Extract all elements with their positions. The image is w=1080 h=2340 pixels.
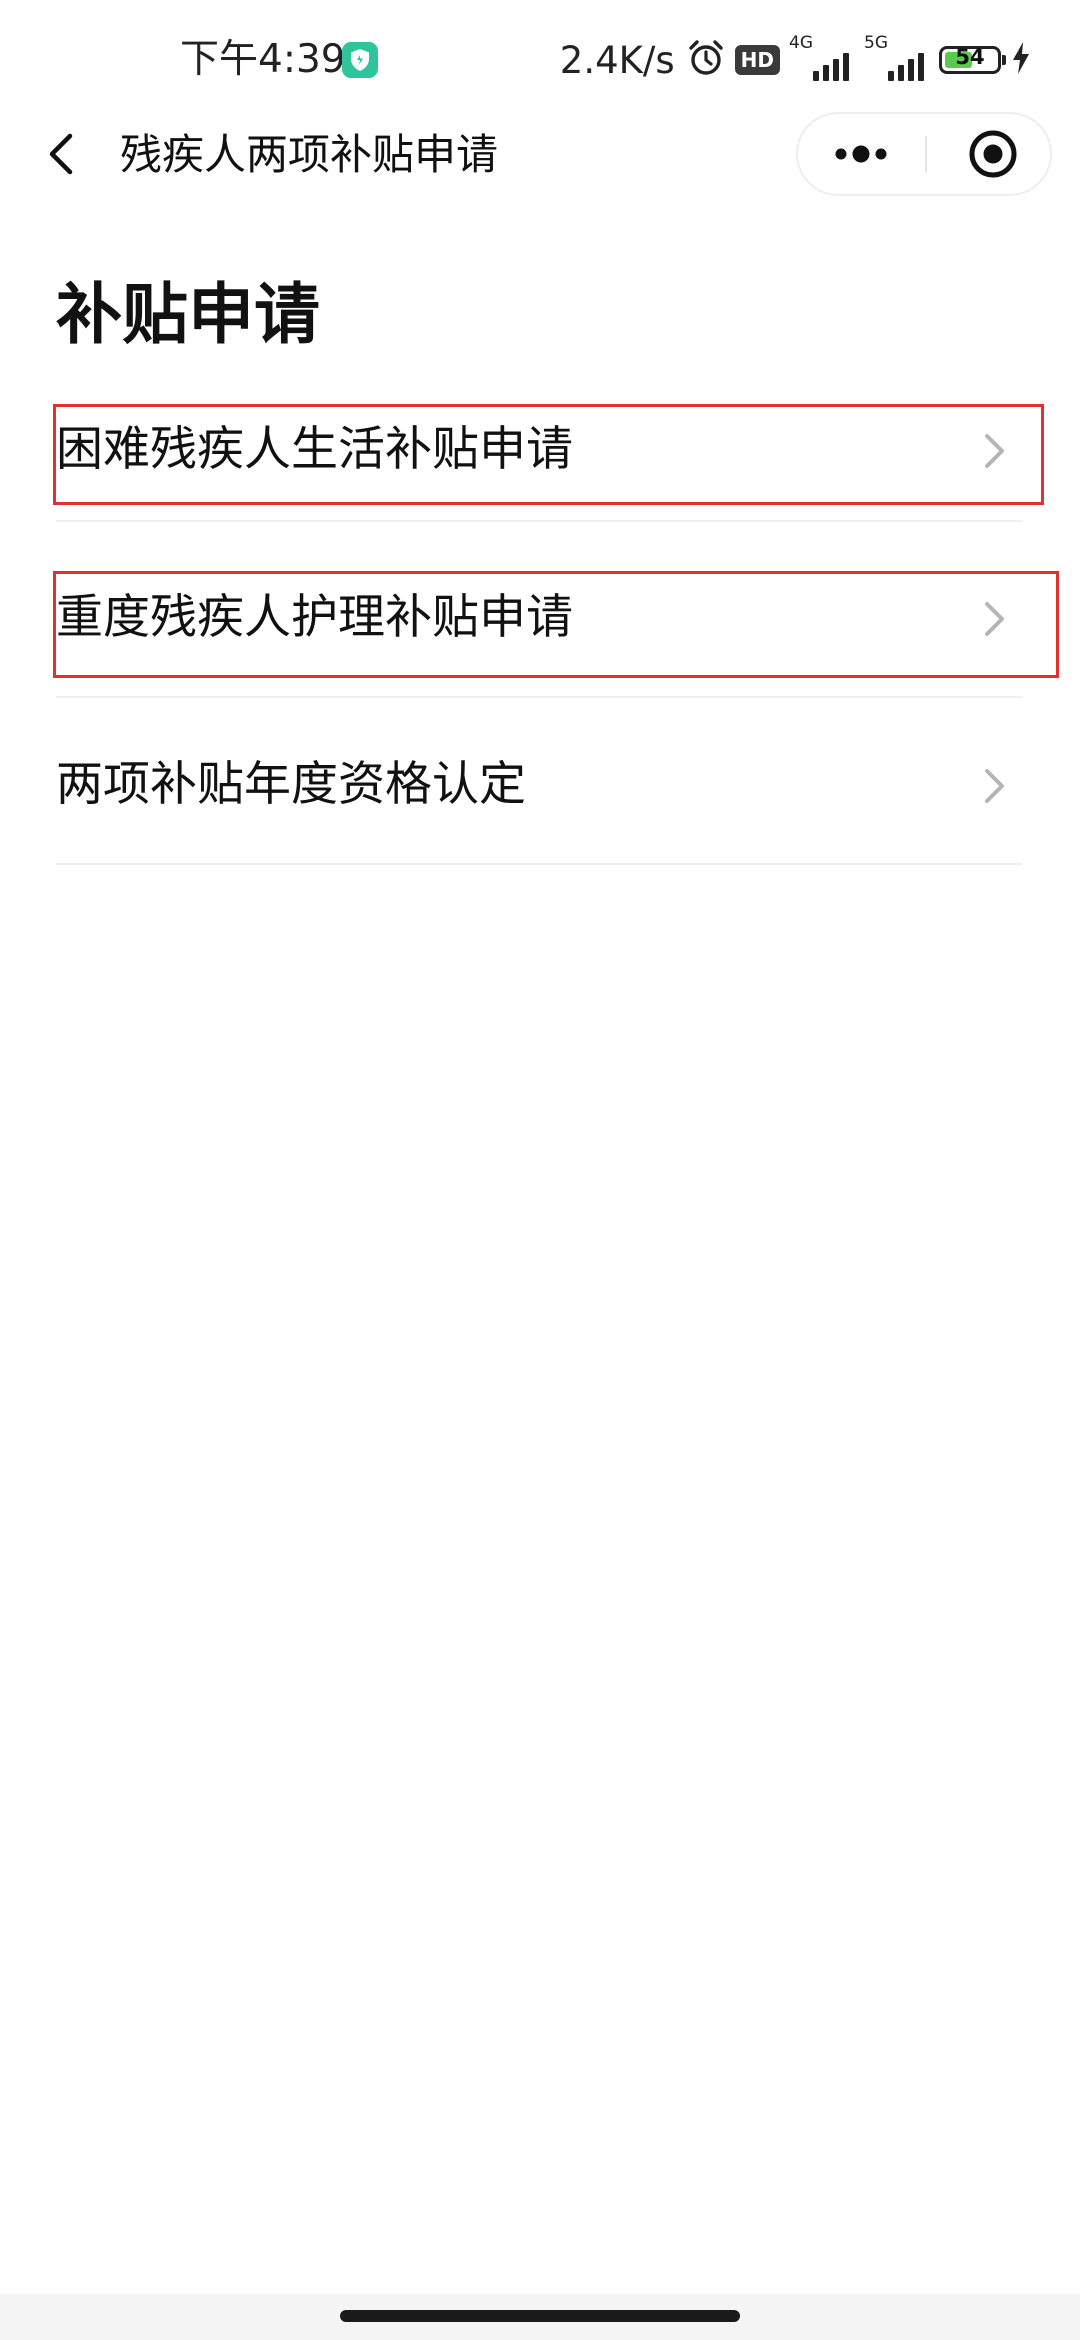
more-button[interactable]	[798, 114, 924, 194]
battery-cap	[1002, 55, 1006, 65]
sim1-signal-icon: 4G	[789, 33, 855, 81]
battery-icon: 54	[939, 45, 1006, 74]
nav-title: 残疾人两项补贴申请	[120, 130, 499, 179]
mini-program-capsule	[796, 112, 1052, 196]
chevron-right-icon	[985, 769, 1004, 803]
chevron-left-icon	[49, 133, 73, 175]
alarm-clock-icon	[686, 38, 726, 82]
menu-item-label: 两项补贴年度资格认定	[56, 757, 526, 812]
bottom-gesture-area	[0, 2294, 1080, 2340]
menu-item-annual-qualification[interactable]: 两项补贴年度资格认定	[56, 725, 1022, 865]
menu-divider	[56, 520, 1022, 522]
close-mini-program-button[interactable]	[927, 114, 1051, 194]
sim1-network-type: 4G	[789, 33, 813, 53]
highlight-box-nursing-subsidy	[53, 571, 1059, 678]
back-button[interactable]	[34, 124, 94, 184]
security-shield-icon	[342, 42, 378, 78]
status-bar: 下午4:39 2.4K/s HD 4G 5G 54	[0, 0, 1080, 120]
menu-divider	[56, 863, 1022, 865]
charging-bolt-icon	[1010, 41, 1032, 79]
sim2-network-type: 5G	[864, 33, 888, 53]
status-time: 下午4:39	[180, 37, 346, 82]
sim2-signal-icon: 5G	[864, 33, 930, 81]
navigation-bar: 残疾人两项补贴申请	[0, 110, 1080, 200]
network-speed: 2.4K/s	[559, 38, 675, 82]
hd-voice-badge: HD	[734, 45, 780, 75]
highlight-box-living-subsidy	[53, 404, 1044, 505]
status-indicators: 2.4K/s HD 4G 5G 54	[560, 30, 1032, 90]
menu-divider	[56, 696, 1022, 698]
battery-level: 54	[955, 45, 985, 69]
home-indicator[interactable]	[340, 2310, 740, 2322]
page-title: 补贴申请	[56, 276, 320, 353]
more-dots-icon	[835, 145, 887, 163]
target-close-icon	[969, 130, 1017, 178]
